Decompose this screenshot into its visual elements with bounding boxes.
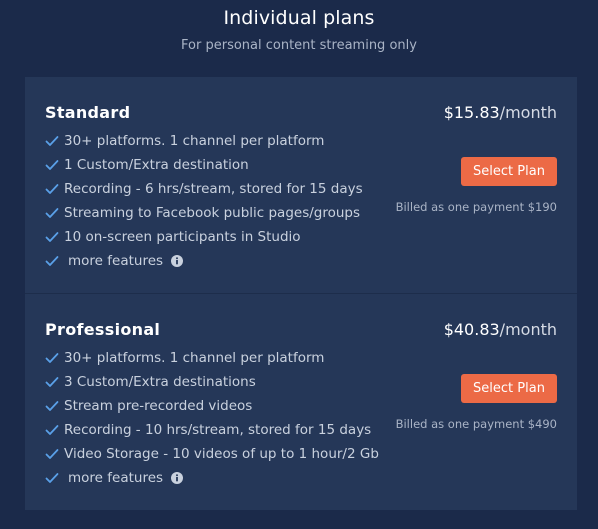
- plan-name: Standard: [45, 103, 131, 122]
- check-icon: [45, 158, 59, 172]
- plan-price: $15.83/month: [444, 103, 557, 122]
- more-features-link[interactable]: more features: [45, 466, 379, 490]
- feature-item: 30+ platforms. 1 channel per platform: [45, 346, 379, 370]
- plan-name: Professional: [45, 320, 161, 339]
- select-plan-button[interactable]: Select Plan: [461, 157, 557, 186]
- check-icon: [45, 399, 59, 413]
- feature-label: Recording - 6 hrs/stream, stored for 15 …: [64, 181, 363, 197]
- check-icon: [45, 230, 59, 244]
- feature-item: Stream pre-recorded videos: [45, 394, 379, 418]
- check-icon: [45, 447, 59, 461]
- page-subtitle: For personal content streaming only: [181, 38, 417, 53]
- feature-label: Streaming to Facebook public pages/group…: [64, 205, 361, 221]
- feature-label: 30+ platforms. 1 channel per platform: [64, 350, 325, 366]
- page-title: Individual plans: [223, 7, 375, 29]
- feature-list: 30+ platforms. 1 channel per platform 1 …: [45, 129, 363, 273]
- check-icon: [45, 375, 59, 389]
- feature-item: 30+ platforms. 1 channel per platform: [45, 129, 363, 153]
- info-icon[interactable]: [171, 255, 184, 267]
- more-features-label[interactable]: more features: [68, 470, 163, 486]
- more-features-label[interactable]: more features: [68, 253, 163, 269]
- feature-item: Video Storage - 10 videos of up to 1 hou…: [45, 442, 379, 466]
- billing-note: Billed as one payment $490: [395, 417, 557, 431]
- price-amount: $15.83: [443, 103, 500, 122]
- feature-item: 1 Custom/Extra destination: [45, 153, 363, 177]
- feature-item: Recording - 10 hrs/stream, stored for 15…: [45, 418, 379, 442]
- feature-item: 10 on-screen participants in Studio: [45, 225, 363, 249]
- more-features-link[interactable]: more features: [45, 249, 363, 273]
- feature-label: 3 Custom/Extra destinations: [64, 374, 256, 390]
- feature-label: 1 Custom/Extra destination: [64, 157, 249, 173]
- check-icon: [45, 254, 59, 268]
- info-icon[interactable]: [171, 472, 184, 484]
- plans-panel: Standard 30+ platforms. 1 channel per pl…: [25, 77, 577, 510]
- check-icon: [45, 351, 59, 365]
- feature-label: 10 on-screen participants in Studio: [64, 229, 301, 245]
- check-icon: [45, 206, 59, 220]
- feature-item: Recording - 6 hrs/stream, stored for 15 …: [45, 177, 363, 201]
- plan-price: $40.83/month: [444, 320, 557, 339]
- check-icon: [45, 423, 59, 437]
- feature-label: 30+ platforms. 1 channel per platform: [64, 133, 325, 149]
- feature-item: 3 Custom/Extra destinations: [45, 370, 379, 394]
- price-amount: $40.83: [443, 320, 500, 339]
- feature-label: Recording - 10 hrs/stream, stored for 15…: [64, 422, 372, 438]
- feature-item: Streaming to Facebook public pages/group…: [45, 201, 363, 225]
- feature-label: Video Storage - 10 videos of up to 1 hou…: [64, 446, 379, 462]
- check-icon: [45, 134, 59, 148]
- check-icon: [45, 182, 59, 196]
- select-plan-button[interactable]: Select Plan: [461, 374, 557, 403]
- plan-card-professional: Professional 30+ platforms. 1 channel pe…: [25, 294, 577, 510]
- feature-list: 30+ platforms. 1 channel per platform 3 …: [45, 346, 379, 490]
- plan-card-standard: Standard 30+ platforms. 1 channel per pl…: [25, 77, 577, 293]
- price-period: /month: [499, 320, 557, 339]
- price-period: /month: [499, 103, 557, 122]
- check-icon: [45, 471, 59, 485]
- billing-note: Billed as one payment $190: [395, 200, 557, 214]
- feature-label: Stream pre-recorded videos: [64, 398, 253, 414]
